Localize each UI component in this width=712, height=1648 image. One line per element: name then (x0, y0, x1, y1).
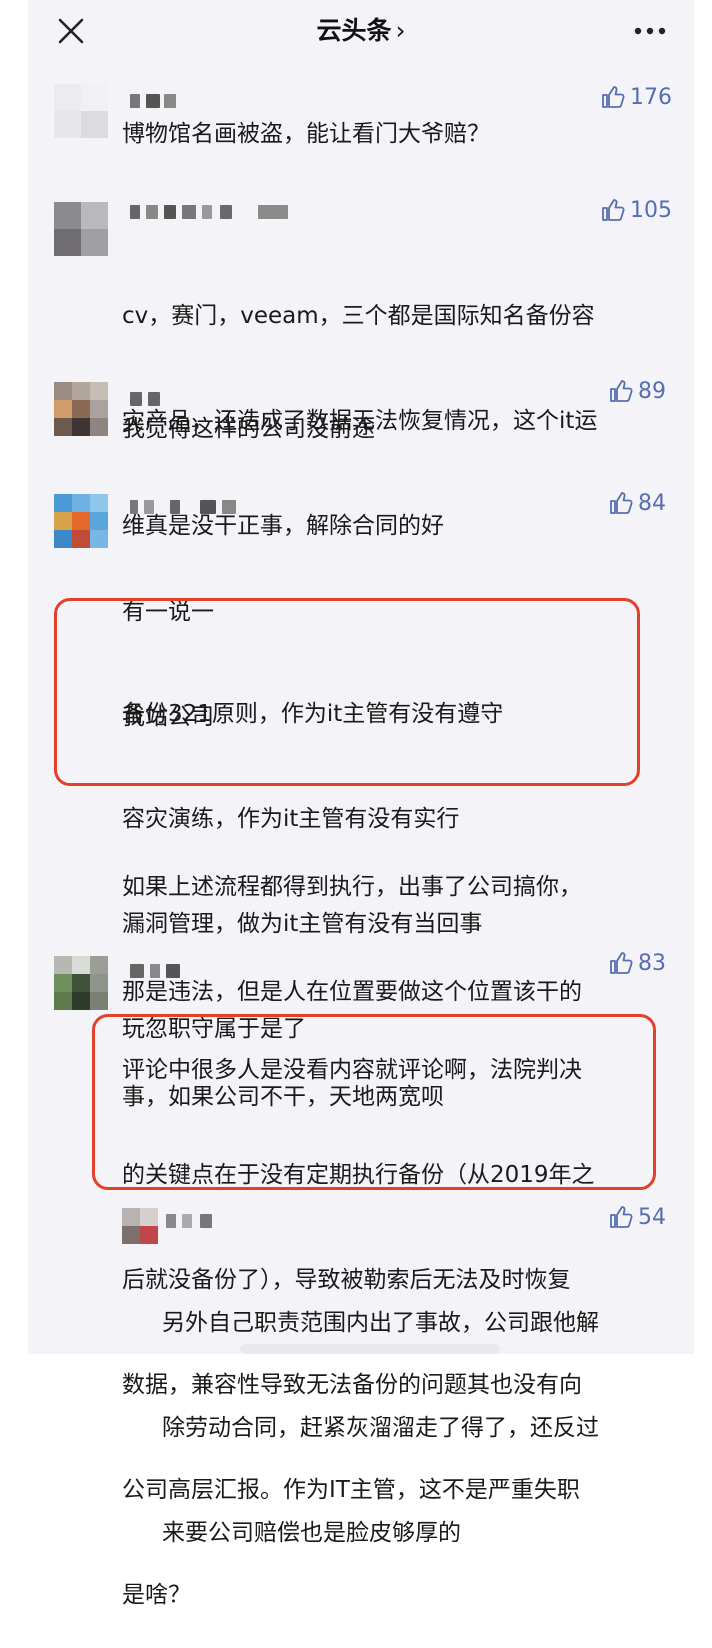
thumbs-up-icon (610, 380, 633, 402)
thumbs-up-icon (602, 199, 625, 221)
username-blurred[interactable] (130, 205, 290, 221)
username-blurred[interactable] (130, 94, 180, 110)
like-button[interactable]: 84 (608, 490, 666, 516)
comment-line: cv，赛门，veeam，三个都是国际知名备份容 (122, 303, 595, 329)
thumbs-up-icon (610, 492, 633, 514)
username-blurred[interactable] (166, 1214, 216, 1230)
avatar[interactable] (122, 1208, 158, 1244)
like-button[interactable]: 89 (608, 378, 666, 404)
thumbs-up-icon (602, 86, 625, 108)
more-button[interactable] (632, 19, 668, 43)
avatar[interactable] (54, 202, 108, 256)
page-title[interactable]: 云头条 › (28, 14, 694, 48)
comment-line: 如果上述流程都得到执行，出事了公司搞你， (122, 874, 582, 900)
like-button[interactable]: 176 (600, 84, 672, 110)
avatar[interactable] (54, 494, 108, 548)
username-blurred[interactable] (130, 964, 190, 980)
like-count: 105 (630, 197, 672, 223)
page-title-text: 云头条 (316, 16, 392, 45)
like-count: 89 (638, 378, 666, 404)
like-count: 54 (638, 1204, 666, 1230)
right-margin (694, 0, 712, 1354)
avatar[interactable] (54, 84, 108, 138)
more-dots-icon (634, 27, 666, 35)
comment-line: 另外自己职责范围内出了事故，公司跟他解 (162, 1310, 599, 1336)
username-blurred[interactable] (130, 392, 170, 408)
like-button[interactable]: 105 (600, 197, 672, 223)
like-count: 176 (630, 84, 672, 110)
avatar[interactable] (54, 956, 108, 1010)
comment-line: 除劳动合同，赶紧灰溜溜走了得了，还反过 (162, 1415, 599, 1441)
thumbs-up-icon (610, 952, 633, 974)
like-button[interactable]: 54 (608, 1204, 666, 1230)
comment-line: 备份321原则，作为it主管有没有遵守 (122, 701, 504, 727)
comment-line: 的关键点在于没有定期执行备份（从2019年之 (122, 1162, 595, 1188)
scroll-indicator (240, 1344, 500, 1354)
like-button[interactable]: 83 (608, 950, 666, 976)
chevron-right-icon: › (395, 16, 406, 45)
reply-text: 另外自己职责范围内出了事故，公司跟他解 除劳动合同，赶紧灰溜溜走了得了，还反过 … (162, 1236, 599, 1586)
comment-line: 来要公司赔偿也是脸皮够厚的 (162, 1520, 461, 1546)
like-count: 83 (638, 950, 666, 976)
comment-text: 我觉得这样的公司没前途 (122, 416, 375, 442)
username-blurred[interactable] (130, 500, 240, 516)
avatar[interactable] (54, 382, 108, 436)
like-count: 84 (638, 490, 666, 516)
comment-line: 评论中很多人是没看内容就评论啊，法院判决 (122, 1057, 582, 1083)
top-bar: 云头条 › (28, 0, 694, 66)
thumbs-up-icon (610, 1206, 633, 1228)
comment-text: 博物馆名画被盗，能让看门大爷赔？ (122, 121, 490, 147)
left-margin (0, 0, 28, 1354)
